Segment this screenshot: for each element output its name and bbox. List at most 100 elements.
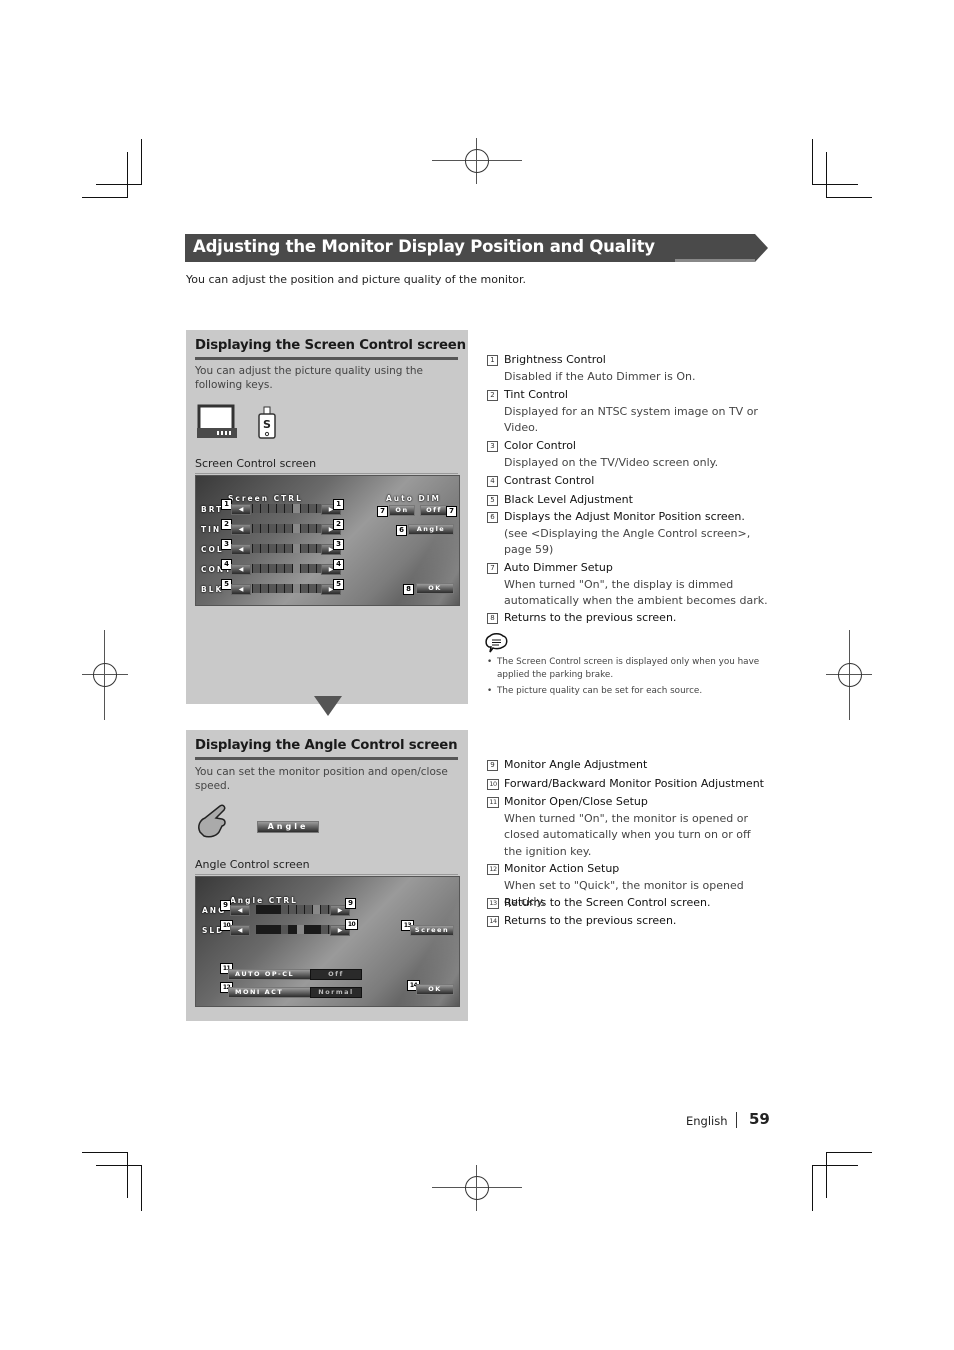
section-title-screen-control: Displaying the Screen Control screen: [195, 338, 466, 353]
auto-opcl-button[interactable]: AUTO OP-CL: [228, 969, 316, 980]
screen-caption: Screen Control screen: [195, 457, 317, 470]
callout-7: 7: [446, 506, 457, 517]
brt-decrease-button[interactable]: ◀: [231, 504, 251, 515]
callout-6: 6: [396, 525, 407, 536]
item-title: Forward/Backward Monitor Position Adjust…: [504, 777, 764, 790]
remote-s-key-icon: S: [258, 406, 276, 444]
item-title: Returns to the previous screen.: [504, 914, 677, 927]
item-number-badge: 2: [487, 390, 498, 401]
item-title: Black Level Adjustment: [504, 493, 633, 506]
row-label-brt: BRT: [201, 505, 224, 514]
list-item: 3 Color Control Displayed on the TV/Vide…: [487, 438, 772, 472]
section-rule: [195, 357, 458, 360]
item-title: Monitor Action Setup: [504, 862, 620, 875]
auto-dim-off-button[interactable]: Off: [420, 505, 448, 516]
note-text: The Screen Control screen is displayed o…: [497, 657, 760, 680]
item-title: Returns to the previous screen.: [504, 611, 677, 624]
list-item: 13 Returns to the Screen Control screen.: [487, 895, 772, 912]
list-item: 6 Displays the Adjust Monitor Position s…: [487, 509, 772, 559]
blk-decrease-button[interactable]: ◀: [231, 584, 251, 595]
item-title: Monitor Angle Adjustment: [504, 758, 648, 771]
footer-separator: [736, 1112, 737, 1128]
item-number-badge: 14: [487, 916, 499, 927]
ang-left-button[interactable]: ◀: [230, 905, 250, 916]
page-number: 59: [749, 1110, 770, 1128]
item-description: Displayed on the TV/Video screen only.: [504, 455, 719, 469]
item-number-badge: 3: [487, 441, 498, 452]
callout-7: 7: [377, 506, 388, 517]
list-item: 8 Returns to the previous screen.: [487, 610, 772, 627]
down-arrow-icon: [314, 696, 342, 720]
item-number-badge: 13: [487, 898, 499, 909]
item-number-badge: 11: [487, 797, 499, 808]
remote-key-letter: S: [263, 418, 271, 431]
angle-control-panel: Displaying the Angle Control screen You …: [186, 730, 468, 1021]
callout-5: 5: [333, 579, 344, 590]
section-description: You can adjust the picture quality using…: [195, 365, 424, 391]
list-item: 4 Contrast Control: [487, 473, 772, 490]
angle-control-screenshot: Angle CTRL ANG 9 ◀ ▶ 9 SLD 10 ◀ ▶ 10 13 …: [195, 876, 460, 1007]
item-number-badge: 1: [487, 355, 498, 366]
item-number-badge: 12: [487, 864, 499, 875]
footer-language: English: [686, 1114, 728, 1128]
callout-4: 4: [333, 559, 344, 570]
item-number-badge: 8: [487, 613, 498, 624]
screen-control-panel: Displaying the Screen Control screen You…: [186, 330, 468, 704]
item-number-badge: 10: [487, 779, 499, 790]
intro-text: You can adjust the position and picture …: [186, 273, 527, 286]
screen-heading: Screen CTRL: [228, 494, 303, 503]
callout-10: 10: [345, 919, 358, 930]
caption-rule: [195, 473, 458, 474]
bullet: •: [487, 657, 493, 667]
item-description: When turned "On", the display is dimmed …: [504, 577, 768, 608]
section-title-angle-control: Displaying the Angle Control screen: [195, 738, 458, 753]
section-description: You can set the monitor position and ope…: [195, 766, 448, 792]
item-title: Returns to the Screen Control screen.: [504, 896, 711, 909]
section-rule: [195, 757, 458, 760]
ok-button[interactable]: OK: [416, 984, 454, 995]
list-item: 1 Brightness Control Disabled if the Aut…: [487, 352, 772, 386]
list-item: 14 Returns to the previous screen.: [487, 913, 772, 930]
item-description: When turned "On", the monitor is opened …: [504, 811, 751, 858]
item-description: Disabled if the Auto Dimmer is On.: [504, 369, 696, 383]
sld-left-button[interactable]: ◀: [230, 925, 250, 936]
tin-decrease-button[interactable]: ◀: [231, 524, 251, 535]
auto-opcl-value: Off: [310, 969, 362, 980]
list-item: 9 Monitor Angle Adjustment: [487, 757, 772, 774]
item-number-badge: 5: [487, 495, 498, 506]
item-description: (see <Displaying the Angle Control scree…: [504, 526, 751, 557]
cont-decrease-button[interactable]: ◀: [231, 564, 251, 575]
list-item: 12 Monitor Action Setup When set to "Qui…: [487, 861, 772, 908]
title-banner: Adjusting the Monitor Display Position a…: [185, 234, 768, 262]
item-number-badge: 9: [487, 760, 498, 771]
screen-control-screenshot: Screen CTRL BRT 1 ◀ ▶ 1 TIN 2 ◀ ▶ 2 COL 3 …: [195, 475, 460, 606]
callout-9: 9: [345, 898, 356, 909]
col-decrease-button[interactable]: ◀: [231, 544, 251, 555]
callout-2: 2: [333, 519, 344, 530]
item-title: Auto Dimmer Setup: [504, 561, 613, 574]
screen-button[interactable]: Screen: [410, 925, 454, 936]
moni-act-value: Normal: [310, 987, 362, 998]
list-item: 2 Tint Control Displayed for an NTSC sys…: [487, 387, 772, 437]
ok-button[interactable]: OK: [416, 583, 454, 594]
bullet: •: [487, 686, 493, 696]
item-title: Contrast Control: [504, 474, 595, 487]
list-item: 5 Black Level Adjustment: [487, 492, 772, 509]
moni-act-button[interactable]: MONI ACT: [228, 987, 316, 998]
note-text: The picture quality can be set for each …: [497, 686, 703, 696]
note-icon: [485, 633, 509, 657]
caption-rule: [195, 874, 458, 875]
item-number-badge: 6: [487, 512, 498, 523]
list-item: 7 Auto Dimmer Setup When turned "On", th…: [487, 560, 772, 610]
callout-3: 3: [333, 539, 344, 550]
item-title: Tint Control: [504, 388, 568, 401]
item-number-badge: 7: [487, 563, 498, 574]
row-label-tin: TIN: [201, 525, 222, 534]
row-label-blk: BLK: [201, 585, 224, 594]
angle-button[interactable]: Angle: [408, 524, 454, 535]
auto-dim-on-button[interactable]: On: [389, 505, 415, 516]
angle-key-button[interactable]: Angle: [257, 821, 319, 833]
screen-heading: Angle CTRL: [230, 896, 298, 905]
item-title: Displays the Adjust Monitor Position scr…: [504, 510, 745, 523]
list-item: 10 Forward/Backward Monitor Position Adj…: [487, 776, 772, 793]
